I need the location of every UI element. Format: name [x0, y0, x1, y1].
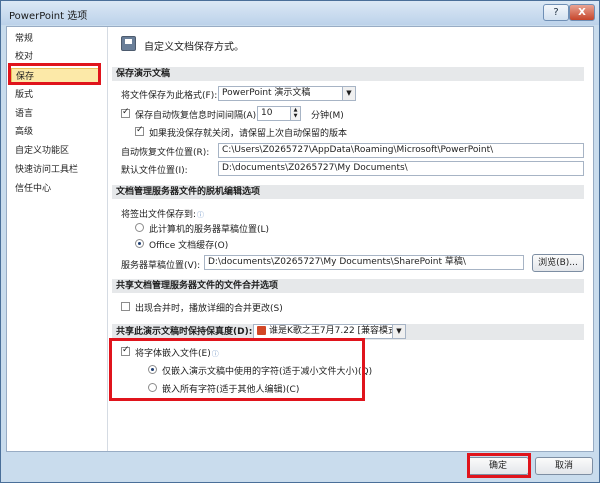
fidelity-document-value: 谁是K歌之王7月7.22 [兼容模式]: [269, 326, 401, 336]
nav-item-advanced[interactable]: 高级: [15, 124, 105, 140]
powerpoint-file-icon: [257, 326, 266, 335]
autorecover-checkbox[interactable]: [121, 107, 130, 118]
options-dialog: PowerPoint 选项 ? X 常规 校对 保存 版式 语言 高级 自定义功…: [0, 0, 600, 483]
merge-label: 出现合并时，播放详细的合并更改(S): [135, 304, 283, 314]
highlight-embed-fonts: [109, 338, 365, 401]
highlight-save-nav: [8, 63, 101, 85]
nav-sidebar: 常规 校对 保存 版式 语言 高级 自定义功能区 快速访问工具栏 信任中心: [7, 27, 108, 451]
nav-item-customize-ribbon[interactable]: 自定义功能区: [15, 143, 105, 159]
keep-last-version-label: 如果我没保存就关闭，请保留上次自动保留的版本: [149, 129, 348, 139]
autorecover-minutes-input[interactable]: 10 ▲ ▼: [257, 106, 301, 121]
title-bar: PowerPoint 选项 ? X: [1, 1, 599, 25]
autorecover-location-label: 自动恢复文件位置(R):: [121, 148, 210, 158]
format-value: PowerPoint 演示文稿: [222, 88, 311, 98]
merge-checkbox[interactable]: [121, 302, 130, 311]
chevron-down-icon: ▼: [392, 325, 405, 338]
panel-header: 自定义文档保存方式。: [144, 42, 244, 53]
section-offline-editing: 文档管理服务器文件的脱机编辑选项: [112, 185, 584, 199]
drafts-location-input[interactable]: D:\documents\Z0265727\My Documents\Share…: [204, 255, 524, 270]
radio-server-drafts[interactable]: [135, 223, 144, 232]
keep-last-version-checkbox[interactable]: [135, 125, 144, 136]
radio-server-drafts-label: 此计算机的服务器草稿位置(L): [149, 225, 270, 235]
autorecover-minutes-value: 10: [261, 108, 273, 118]
section-save-presentations: 保存演示文稿: [112, 67, 584, 81]
save-disk-icon: [121, 36, 136, 51]
autorecover-label: 保存自动恢复信息时间间隔(A): [135, 111, 257, 121]
section-merge-options: 共享文档管理服务器文件的文件合并选项: [112, 279, 584, 293]
nav-item-quick-access[interactable]: 快速访问工具栏: [15, 162, 105, 178]
nav-item-trust-center[interactable]: 信任中心: [15, 181, 105, 197]
drafts-location-label: 服务器草稿位置(V):: [121, 261, 201, 271]
nav-item-layout[interactable]: 版式: [15, 87, 105, 103]
info-icon: ⓘ: [197, 211, 205, 219]
radio-office-cache[interactable]: [135, 239, 144, 248]
fidelity-label: 共享此演示文稿时保持保真度(D):: [116, 327, 253, 337]
browse-button[interactable]: 浏览(B)...: [532, 254, 584, 272]
default-location-input[interactable]: D:\documents\Z0265727\My Documents\: [218, 161, 584, 176]
format-label: 将文件保存为此格式(F):: [121, 91, 218, 101]
close-button[interactable]: X: [569, 4, 595, 21]
window-title: PowerPoint 选项: [9, 11, 88, 22]
default-location-label: 默认文件位置(I):: [121, 166, 188, 176]
minutes-label: 分钟(M): [311, 111, 344, 121]
radio-office-cache-label: Office 文档缓存(O): [149, 241, 229, 251]
nav-item-language[interactable]: 语言: [15, 106, 105, 122]
nav-item-general[interactable]: 常规: [15, 31, 105, 47]
spinner-icon[interactable]: ▲ ▼: [290, 107, 300, 120]
autorecover-location-input[interactable]: C:\Users\Z0265727\AppData\Roaming\Micros…: [218, 143, 584, 158]
help-button[interactable]: ?: [543, 4, 569, 21]
chevron-down-icon: ▼: [342, 87, 355, 100]
format-dropdown[interactable]: PowerPoint 演示文稿 ▼: [218, 86, 356, 101]
highlight-ok-button: [467, 453, 531, 478]
cancel-button[interactable]: 取消: [535, 457, 593, 475]
checkout-label: 将签出文件保存到:ⓘ: [121, 210, 205, 220]
fidelity-document-dropdown[interactable]: 谁是K歌之王7月7.22 [兼容模式] ▼: [253, 324, 406, 339]
